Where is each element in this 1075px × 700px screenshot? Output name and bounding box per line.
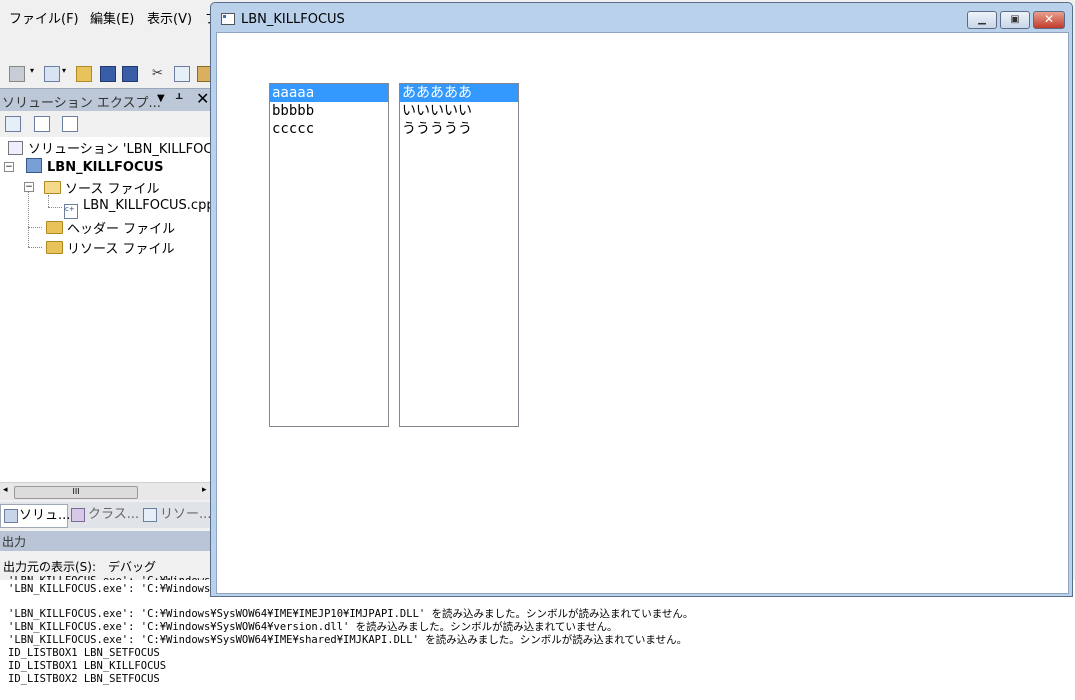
close-icon[interactable]: ✕ [196,89,209,108]
cpp-file-icon: c+ [64,204,78,219]
tree-item-label: ヘッダー ファイル [67,222,176,237]
output-panel-header: 出力 [0,531,212,551]
scroll-left-icon[interactable]: ◂ [3,485,8,495]
output-source-select[interactable]: デバッグ [108,558,156,575]
dropdown-icon[interactable]: ▾ [30,66,36,80]
output-line: 'LBN_KILLFOCUS.exe': 'C:¥Windows¥SysWOW6… [8,621,618,633]
output-line: ID_LISTBOX1 LBN_KILLFOCUS [8,660,167,672]
tree-item-label: リソース ファイル [67,242,175,257]
cut-icon[interactable]: ✂ [152,66,166,81]
solution-explorer-header: ソリューション エクスプ... ▼ ᚆ ✕ [0,88,212,111]
tree-item-label: LBN_KILLFOCUS.cpp [83,198,212,213]
solution-explorer-title: ソリューション エクスプ... [2,96,161,111]
show-all-files-icon[interactable] [34,116,50,132]
listbox-item[interactable]: aaaaa [270,84,388,102]
menu-file[interactable]: ファイル(F) [9,8,79,27]
chevron-down-icon[interactable]: ▼ [157,93,165,104]
tree-item-resource-folder[interactable]: リソース ファイル [46,238,175,257]
new-project-icon[interactable] [9,66,25,82]
project-icon [26,158,42,173]
add-item-icon[interactable] [44,66,60,82]
output-text: 'LBN_KILLFOCUS.exe': 'C:¥Windows¥SysWOW6… [0,575,1075,700]
output-line-partial: 'LBN_KILLFOCUS.exe': 'C:¥Windows¥SysWOW6… [0,580,210,595]
scroll-right-icon[interactable]: ▸ [202,485,207,495]
close-button[interactable]: ✕ [1033,11,1065,29]
save-all-icon[interactable] [122,66,138,82]
folder-icon [46,221,63,234]
app-icon [221,13,235,25]
solution-icon [8,141,23,155]
output-source-label: 出力元の表示(S): [3,560,97,574]
save-icon[interactable] [100,66,116,82]
maximize-icon: ▣ [1010,14,1020,25]
tab-resource[interactable]: リソー... [142,504,211,526]
tree-connector [28,227,42,228]
tab-label: ソリュ... [19,508,71,523]
folder-icon [46,241,63,254]
tree-connector [48,207,62,208]
tree-item-label: ソース ファイル [65,182,160,197]
solution-explorer-toolbar [0,111,212,137]
scrollbar-thumb[interactable]: III [14,486,138,499]
class-view-icon [71,508,85,522]
output-line: 'LBN_KILLFOCUS.exe': 'C:¥Windows¥SysWOW6… [8,583,210,595]
tab-label: リソー... [160,507,212,522]
tree-item-project[interactable]: LBN_KILLFOCUS [26,158,163,176]
tab-solution[interactable]: ソリュ... [0,504,71,528]
folder-open-icon [44,181,61,194]
tree-item-label: ソリューション 'LBN_KILLFOCU [28,142,212,157]
solution-tree: ソリューション 'LBN_KILLFOCU − LBN_KILLFOCUS − … [0,137,212,482]
app-window: LBN_KILLFOCUS ▁ ▣ ✕ aaaaa bbbbb ccccc ああああ… [210,2,1073,597]
properties-icon[interactable] [5,116,21,132]
window-title: LBN_KILLFOCUS [241,12,345,27]
tree-item-source-file[interactable]: c+ LBN_KILLFOCUS.cpp [64,198,212,219]
listbox-item[interactable]: あああああ [400,84,518,102]
tree-item-solution[interactable]: ソリューション 'LBN_KILLFOCU [8,138,212,157]
listbox-item[interactable]: bbbbb [270,102,388,120]
close-icon: ✕ [1043,12,1055,26]
tree-item-label: LBN_KILLFOCUS [47,160,164,175]
listbox-item[interactable]: ccccc [270,120,388,138]
dropdown-icon[interactable]: ▾ [62,66,68,80]
menu-view[interactable]: 表示(V) [147,8,192,27]
resource-view-icon [143,508,157,522]
output-line: 'LBN_KILLFOCUS.exe': 'C:¥Windows¥SysWOW6… [8,634,688,646]
window-titlebar[interactable]: LBN_KILLFOCUS ▁ ▣ ✕ [211,3,1072,33]
tree-item-source-folder[interactable]: ソース ファイル [44,178,160,197]
maximize-button[interactable]: ▣ [1000,11,1030,29]
standard-toolbar: ▾ ▾ ✂ [0,58,215,88]
menu-edit[interactable]: 編集(E) [90,8,134,27]
tree-connector [48,195,49,207]
explorer-tabs: ソリュ... クラス... リソー... [0,502,212,528]
output-line: ID_LISTBOX2 LBN_SETFOCUS [8,673,160,685]
listbox-1[interactable]: aaaaa bbbbb ccccc [269,83,389,427]
tab-label: クラス... [88,507,140,522]
collapse-icon[interactable]: − [4,162,14,172]
minimize-button[interactable]: ▁ [967,11,997,29]
open-folder-icon[interactable] [76,66,92,82]
view-code-icon[interactable] [62,116,78,132]
minimize-icon: ▁ [978,14,986,25]
tab-class[interactable]: クラス... [70,504,139,526]
pin-icon[interactable]: ᚆ [176,91,182,106]
window-client-area: aaaaa bbbbb ccccc あああああ いいいいい ううううう [216,32,1069,594]
tree-item-header-folder[interactable]: ヘッダー ファイル [46,218,176,237]
tree-connector [28,247,42,248]
listbox-2[interactable]: あああああ いいいいい ううううう [399,83,519,427]
listbox-item[interactable]: いいいいい [400,102,518,120]
tree-connector [28,191,29,247]
output-line: 'LBN_KILLFOCUS.exe': 'C:¥Windows¥SysWOW6… [8,608,694,620]
listbox-item[interactable]: ううううう [400,120,518,138]
output-line: ID_LISTBOX1 LBN_SETFOCUS [8,647,160,659]
solution-icon [4,509,18,523]
output-title: 出力 [2,535,27,549]
copy-icon[interactable] [174,66,190,82]
collapse-icon[interactable]: − [24,182,34,192]
horizontal-scrollbar[interactable]: ◂ III ▸ [0,482,212,500]
